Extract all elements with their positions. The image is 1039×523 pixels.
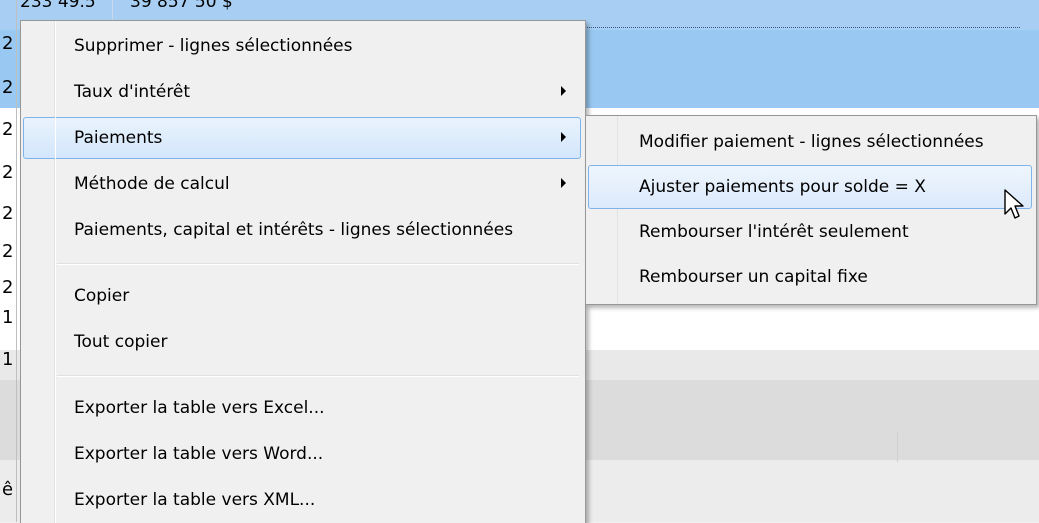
menu-item-payments-capital-interest[interactable]: Paiements, capital et intérêts - lignes … <box>23 209 581 251</box>
menu-item-label: Copier <box>74 286 130 306</box>
table-row[interactable]: 2 <box>2 70 14 106</box>
menu-item-copy[interactable]: Copier <box>23 275 581 317</box>
triangle-right-icon <box>561 178 566 188</box>
submenu-item-label: Ajuster paiements pour solde = X <box>639 177 926 197</box>
submenu-item-label: Rembourser l'intérêt seulement <box>639 222 909 242</box>
triangle-right-icon <box>561 86 566 96</box>
menu-item-label: Taux d'intérêt <box>74 82 191 102</box>
context-menu: Supprimer - lignes sélectionnées Taux d'… <box>20 20 586 523</box>
submenu-item-adjust-payments-balance[interactable]: Ajuster paiements pour solde = X <box>588 165 1032 209</box>
column-divider <box>897 432 898 462</box>
mouse-pointer-icon <box>1004 189 1024 219</box>
table-cell[interactable]: 233 49.5 <box>20 0 96 12</box>
table-row[interactable]: 2 <box>2 155 14 191</box>
submenu-item-label: Rembourser un capital fixe <box>639 267 868 287</box>
submenu-item-repay-interest-only[interactable]: Rembourser l'intérêt seulement <box>588 210 1032 254</box>
menu-separator <box>57 263 579 265</box>
menu-item-label: Paiements <box>74 128 163 148</box>
table-row[interactable]: 2 <box>2 112 14 148</box>
menu-item-delete-selected-rows[interactable]: Supprimer - lignes sélectionnées <box>23 25 581 67</box>
payments-submenu: Modifier paiement - lignes sélectionnées… <box>585 115 1037 305</box>
table-row[interactable]: 1 <box>2 300 14 336</box>
summary-label: ê <box>2 479 14 500</box>
menu-item-label: Tout copier <box>74 332 168 352</box>
submenu-item-modify-payment[interactable]: Modifier paiement - lignes sélectionnées <box>588 120 1032 164</box>
menu-item-interest-rate[interactable]: Taux d'intérêt <box>23 71 581 113</box>
table-row[interactable]: 2 <box>2 234 14 270</box>
table-left-border <box>16 0 17 522</box>
menu-item-copy-all[interactable]: Tout copier <box>23 321 581 363</box>
menu-item-label: Méthode de calcul <box>74 174 230 194</box>
menu-separator <box>57 375 579 377</box>
table-row[interactable]: 2 <box>2 196 14 232</box>
table-row[interactable]: 1 <box>2 342 14 378</box>
menu-item-label: Exporter la table vers Word... <box>74 444 324 464</box>
submenu-item-label: Modifier paiement - lignes sélectionnées <box>639 132 984 152</box>
menu-item-label: Exporter la table vers Excel... <box>74 398 325 418</box>
menu-item-export-excel[interactable]: Exporter la table vers Excel... <box>23 387 581 429</box>
menu-item-payments[interactable]: Paiements <box>23 117 581 159</box>
table-row[interactable]: 2 <box>2 26 14 62</box>
menu-item-export-xml[interactable]: Exporter la table vers XML... <box>23 479 581 521</box>
table-cell[interactable]: 39 857 50 $ <box>130 0 233 12</box>
submenu-item-repay-fixed-capital[interactable]: Rembourser un capital fixe <box>588 255 1032 299</box>
menu-item-label: Exporter la table vers XML... <box>74 490 316 510</box>
menu-item-export-word[interactable]: Exporter la table vers Word... <box>23 433 581 475</box>
menu-item-label: Supprimer - lignes sélectionnées <box>74 36 353 56</box>
menu-item-label: Paiements, capital et intérêts - lignes … <box>74 220 514 240</box>
menu-item-calculation-method[interactable]: Méthode de calcul <box>23 163 581 205</box>
triangle-right-icon <box>561 132 566 142</box>
